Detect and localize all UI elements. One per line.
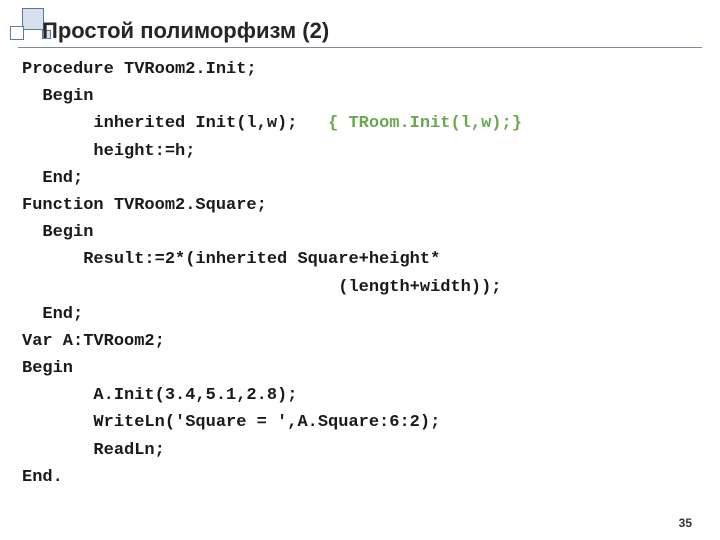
code-line: Begin [22, 359, 73, 378]
code-line: (length+width)); [22, 278, 501, 297]
code-line: WriteLn('Square = ',A.Square:6:2); [22, 413, 440, 432]
code-line: End; [22, 305, 83, 324]
code-line: Var A:TVRoom2; [22, 332, 165, 351]
code-line: height:=h; [22, 142, 195, 161]
slide-title: Простой полиморфизм (2) [42, 18, 329, 44]
code-line: Result:=2*(inherited Square+height* [22, 250, 440, 269]
title-underline [18, 47, 702, 48]
code-line: inherited Init(l,w); [22, 114, 328, 133]
code-line: A.Init(3.4,5.1,2.8); [22, 386, 297, 405]
code-line: Begin [22, 223, 93, 242]
code-line: ReadLn; [22, 441, 165, 460]
code-line: Begin [22, 87, 93, 106]
deco-square [22, 8, 44, 30]
page-number: 35 [679, 516, 692, 530]
code-line: End; [22, 169, 83, 188]
code-line: End. [22, 468, 63, 487]
deco-square [10, 26, 24, 40]
code-line: Function TVRoom2.Square; [22, 196, 267, 215]
code-comment: { TRoom.Init(l,w);} [328, 114, 522, 133]
code-block: Procedure TVRoom2.Init; Begin inherited … [22, 56, 698, 491]
code-line: Procedure TVRoom2.Init; [22, 60, 257, 79]
